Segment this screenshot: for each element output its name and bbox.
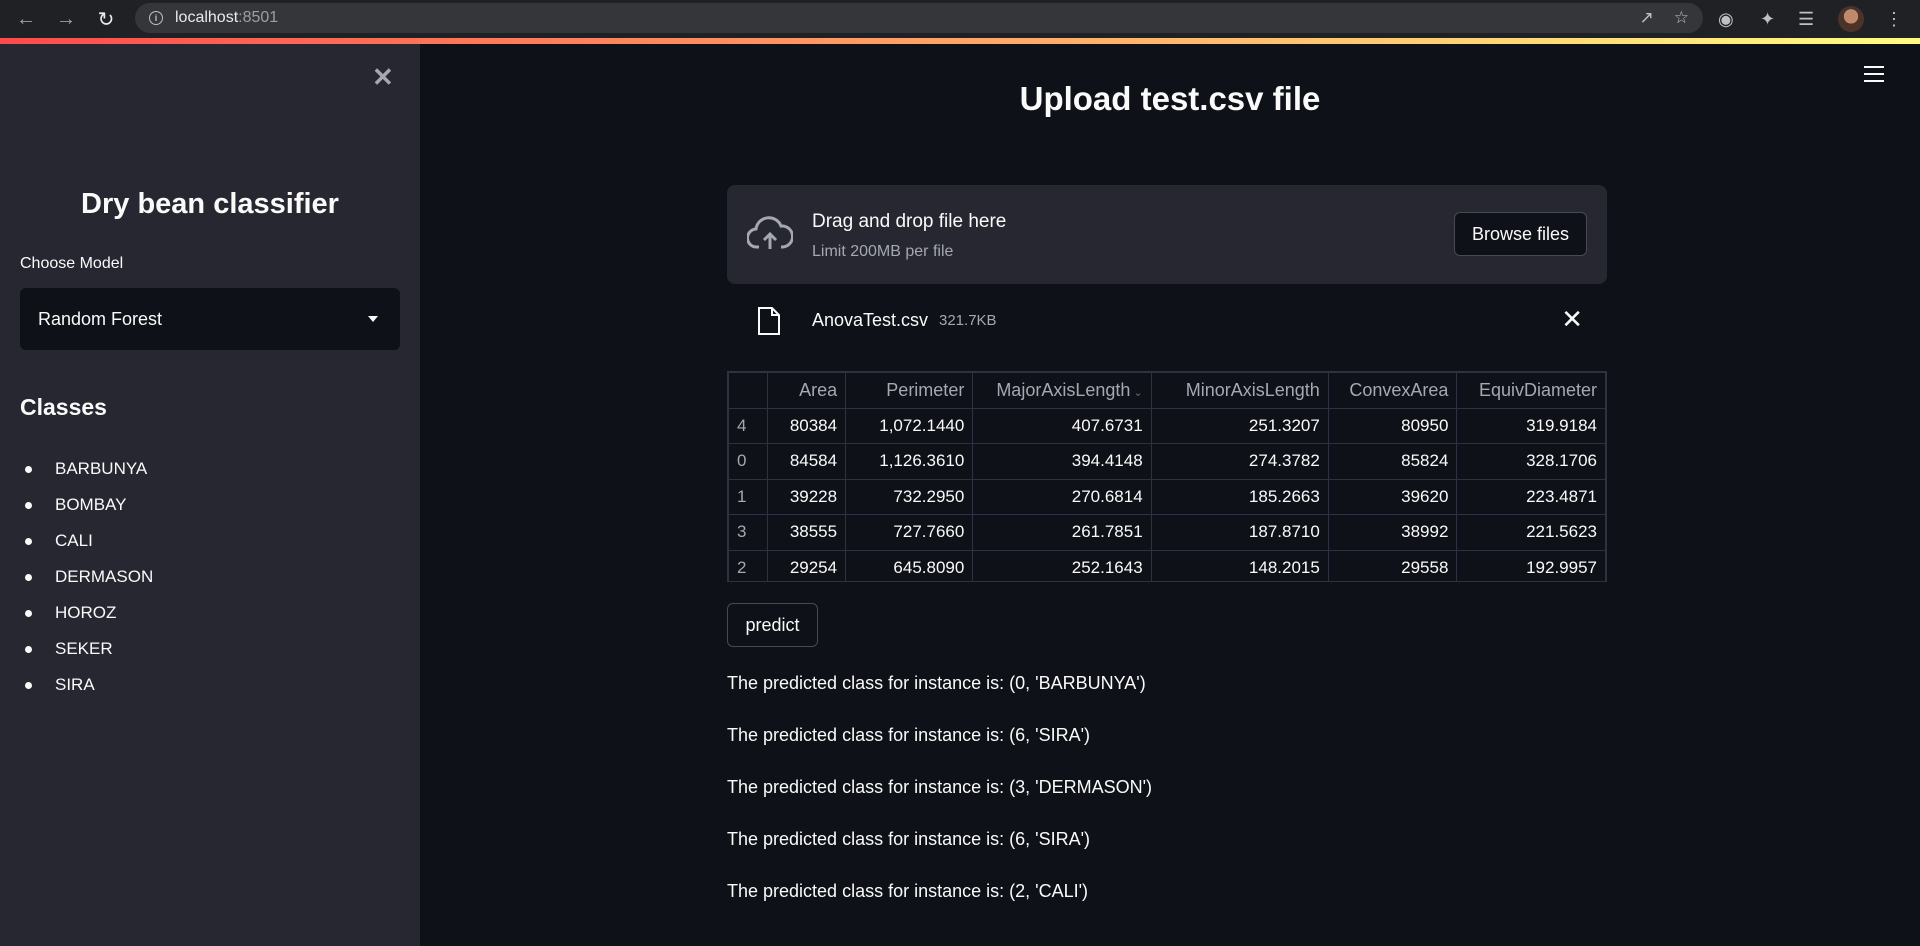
table-row: 4 80384 1,072.1440 407.6731 251.3207 80950 319…	[728, 407, 1606, 444]
extension-icon[interactable]: ◉	[1718, 0, 1734, 38]
prediction-text: The predicted class for instance is: (0,…	[727, 673, 1146, 693]
profile-avatar[interactable]	[1838, 0, 1864, 38]
page-title: Upload test.csv file	[1019, 80, 1321, 117]
data-table[interactable]: Area Perimeter MajorAxisLength ⌄ MinorAx…	[727, 371, 1607, 582]
column-header[interactable]	[728, 372, 768, 409]
column-header[interactable]: MajorAxisLength ⌄	[972, 372, 1152, 409]
table-row: 0 84584 1,126.3610 394.4148 274.3782 85824 328…	[728, 443, 1606, 480]
file-name: AnovaTest.csv	[812, 310, 929, 330]
address-bar[interactable]: i localhost:8501 ↗ ☆	[135, 3, 1703, 33]
uploaded-file: AnovaTest.csv 321.7KB ✕	[727, 300, 1607, 340]
cloud-upload-icon	[747, 216, 793, 249]
file-uploader-dropzone[interactable]: Drag and drop file here Limit 200MB per …	[727, 185, 1607, 284]
prediction-text: The predicted class for instance is: (6,…	[727, 725, 1091, 745]
choose-model-label: Choose Model	[20, 255, 124, 272]
file-size: 321.7KB	[939, 312, 997, 329]
bookmark-star-icon[interactable]: ☆	[1674, 8, 1689, 28]
close-icon[interactable]: ✕	[372, 62, 394, 93]
file-icon	[758, 307, 780, 335]
bullet-icon	[25, 501, 32, 509]
caret-down-icon	[368, 316, 378, 322]
column-header[interactable]: Perimeter	[845, 372, 974, 409]
list-item: BOMBAY	[20, 487, 153, 523]
model-select-value: Random Forest	[38, 308, 163, 329]
puzzle-icon[interactable]: ✦	[1760, 0, 1775, 38]
table-row: 3 38555 727.7660 261.7851 187.8710 38992 221.5…	[728, 514, 1606, 551]
share-icon[interactable]: ↗	[1640, 8, 1654, 28]
media-queue-icon[interactable]: ☰	[1798, 0, 1814, 38]
table-row: 1 39228 732.2950 270.6814 185.2663 39620 223.4…	[728, 478, 1606, 515]
drag-drop-text: Drag and drop file here	[812, 211, 1007, 232]
browser-menu-icon[interactable]: ⋮	[1885, 0, 1903, 38]
predict-button[interactable]: predict	[727, 603, 818, 647]
column-header[interactable]: Area	[766, 372, 847, 409]
table-header-row: Area Perimeter MajorAxisLength ⌄ MinorAx…	[728, 372, 1606, 409]
classes-heading: Classes	[20, 394, 107, 420]
sort-icon: ⌄	[1130, 386, 1143, 399]
list-item: SIRA	[20, 667, 153, 703]
prediction-text: The predicted class for instance is: (6,…	[727, 829, 1091, 849]
column-header[interactable]: ConvexArea	[1327, 372, 1458, 409]
browser-toolbar: ← → ↻ i localhost:8501 ↗ ☆ ◉ ✦ ☰ ⋮	[0, 0, 1920, 38]
list-item: HOROZ	[20, 595, 153, 631]
prediction-text: The predicted class for instance is: (2,…	[727, 881, 1089, 901]
prediction-text: The predicted class for instance is: (3,…	[727, 777, 1153, 797]
bullet-icon	[25, 537, 32, 545]
bullet-icon	[25, 465, 32, 473]
table-row: 2 29254 645.8090 252.1643 148.2015 29558 192.9…	[728, 549, 1606, 581]
reload-icon[interactable]: ↻	[86, 0, 126, 38]
remove-file-icon[interactable]: ✕	[1561, 304, 1583, 335]
forward-icon[interactable]: →	[46, 0, 86, 38]
column-header[interactable]: EquivDiameter	[1456, 372, 1606, 409]
site-info-icon[interactable]: i	[149, 11, 163, 25]
browse-files-button[interactable]: Browse files	[1454, 212, 1587, 256]
bullet-icon	[25, 681, 32, 689]
list-item: DERMASON	[20, 559, 153, 595]
list-item: SEKER	[20, 631, 153, 667]
list-item: BARBUNYA	[20, 451, 153, 487]
bullet-icon	[25, 645, 32, 653]
back-icon[interactable]: ←	[6, 0, 46, 38]
classes-list: BARBUNYA BOMBAY CALI DERMASON HOROZ SEKE…	[20, 451, 153, 703]
model-select[interactable]: Random Forest	[20, 288, 400, 350]
column-header[interactable]: MinorAxisLength	[1150, 372, 1329, 409]
limit-text: Limit 200MB per file	[812, 243, 954, 260]
list-item: CALI	[20, 523, 153, 559]
bullet-icon	[25, 609, 32, 617]
sidebar-title: Dry bean classifier	[81, 188, 339, 220]
sidebar: ✕ Dry bean classifier Choose Model Rando…	[0, 44, 420, 946]
url-text: localhost:8501	[175, 9, 279, 26]
bullet-icon	[25, 573, 32, 581]
